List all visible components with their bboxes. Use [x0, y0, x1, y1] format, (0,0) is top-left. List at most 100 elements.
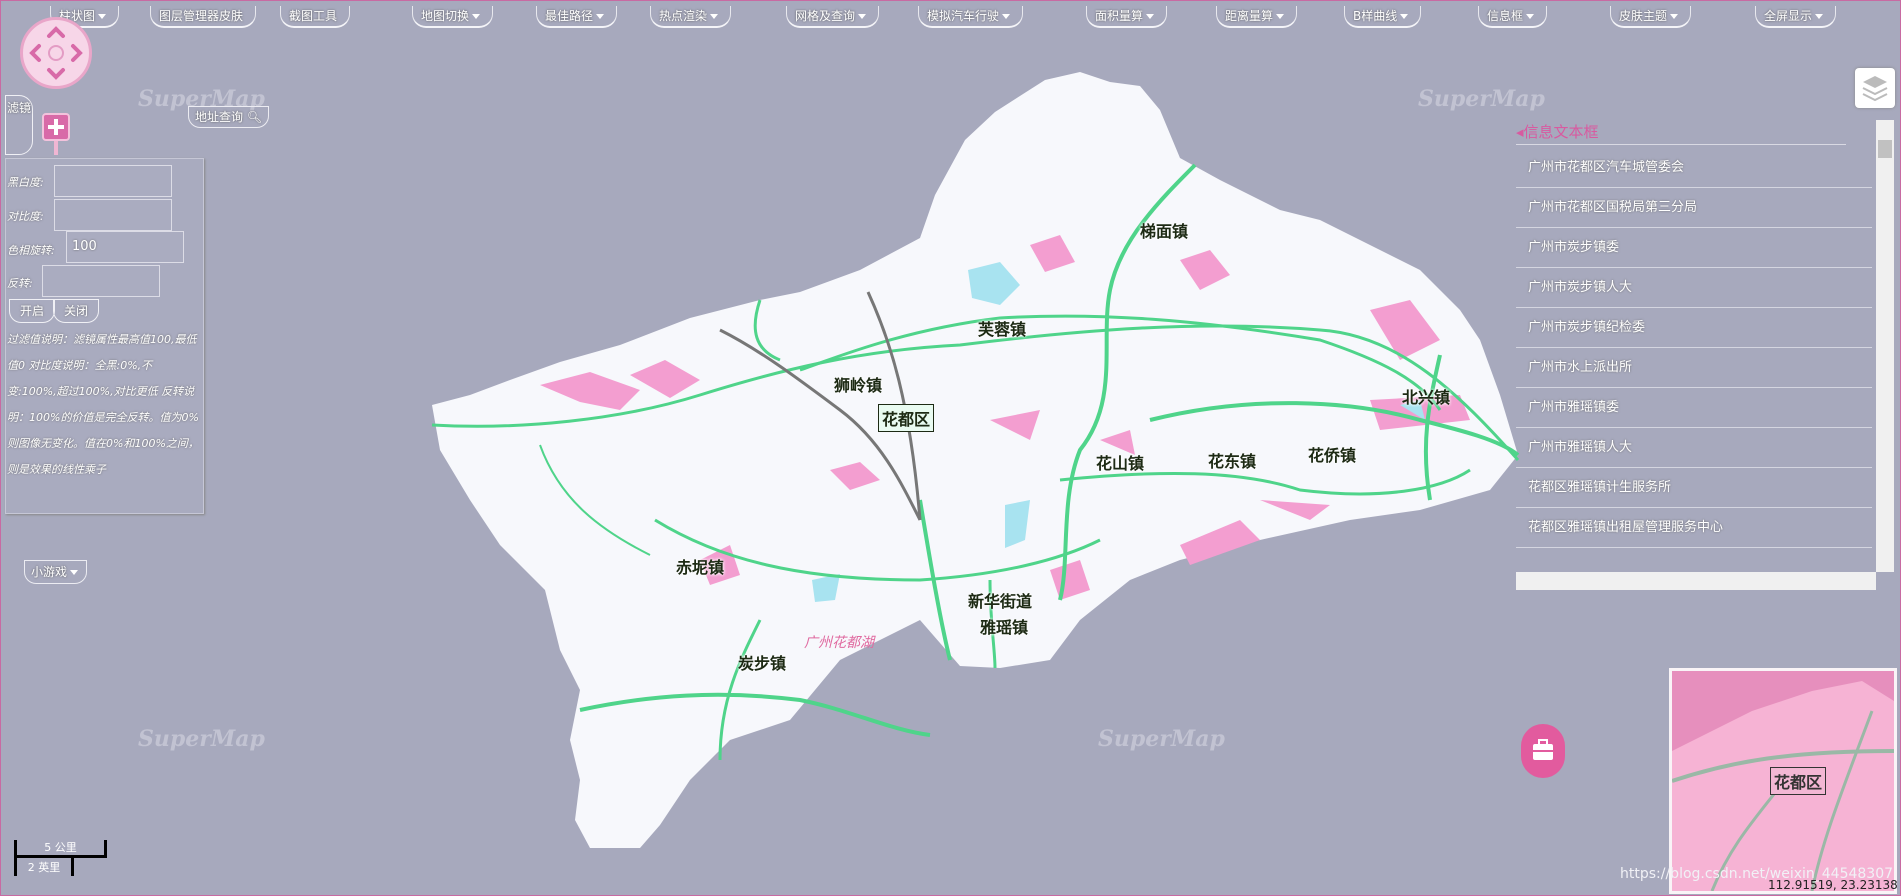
small-game-label: 小游戏: [31, 565, 68, 579]
contrast-input[interactable]: [54, 199, 172, 231]
toolbar-item-13[interactable]: 全屏显示: [1755, 6, 1837, 28]
coordinate-readout: 112.91519, 23.23138: [1768, 878, 1898, 892]
info-list-item[interactable]: 广州市水上派出所: [1516, 348, 1872, 388]
hue-input[interactable]: 100: [66, 231, 184, 263]
map-label-shiling: 狮岭镇: [834, 376, 883, 395]
briefcase-icon: [1533, 739, 1553, 760]
address-search-button[interactable]: 地址查询 🔍︎: [188, 106, 270, 128]
toolbar-item-8[interactable]: 面积量算: [1086, 6, 1168, 28]
toolbar-item-label: 距离量算: [1225, 9, 1274, 23]
map-label-huashan: 花山镇: [1096, 454, 1145, 473]
map-label-beixing: 北兴镇: [1402, 388, 1451, 407]
map-label-chini: 赤坭镇: [676, 558, 725, 577]
toolbar-item-9[interactable]: 距离量算: [1216, 6, 1298, 28]
map-label-huadu: 花都区: [878, 404, 935, 432]
hue-label: 色相旋转:: [7, 244, 55, 257]
contrast-label: 对比度:: [7, 210, 44, 223]
filter-panel: 黑白度: 对比度: 色相旋转: 100 反转: 开启 关闭 过滤值说明：滤镜属性…: [5, 158, 204, 514]
map-label-xinhua: 新华街道: [968, 592, 1033, 611]
vertical-scrollbar[interactable]: [1876, 120, 1894, 572]
map-label-tanbu: 炭步镇: [738, 654, 787, 673]
info-list-item[interactable]: 花都区雅瑶镇计生服务所: [1516, 468, 1872, 508]
scale-km: 5 公里: [14, 840, 107, 858]
send-icon: ◂: [1516, 123, 1524, 141]
chevron-down-icon: [1276, 14, 1285, 19]
bw-label: 黑白度:: [7, 176, 44, 189]
toolbar-item-label: 图层管理器皮肤: [159, 9, 244, 23]
info-title-text: 信息文本框: [1523, 123, 1599, 141]
toolbar-item-10[interactable]: B样曲线: [1344, 6, 1422, 28]
plus-icon: [48, 119, 64, 135]
chevron-down-icon: [1400, 14, 1409, 19]
small-game-menu[interactable]: 小游戏: [24, 560, 88, 584]
chevron-down-icon: [596, 14, 605, 19]
filter-open-button[interactable]: 开启: [9, 299, 56, 323]
address-search-label: 地址查询: [195, 110, 244, 124]
toolbar-item-label: 截图工具: [289, 9, 338, 23]
toolbar-item-label: 模拟汽车行驶: [927, 9, 1000, 23]
toolbar-item-label: 皮肤主题: [1619, 9, 1668, 23]
chevron-down-icon: [858, 14, 867, 19]
map-label-huadong: 花东镇: [1208, 452, 1257, 471]
toolbar-item-6[interactable]: 网格及查询: [786, 6, 880, 28]
watermark: SuperMap: [1418, 86, 1545, 112]
toolbar-item-11[interactable]: 信息框: [1478, 6, 1548, 28]
chevron-down-icon: [472, 14, 481, 19]
toolbar-item-label: 信息框: [1487, 9, 1524, 23]
toolbar-item-4[interactable]: 最佳路径: [536, 6, 618, 28]
info-list-item[interactable]: 广州市炭步镇委: [1516, 228, 1872, 268]
chevron-down-icon: [1815, 14, 1824, 19]
toolbar-item-label: B样曲线: [1353, 9, 1398, 23]
overview-label: 花都区: [1770, 767, 1827, 795]
layers-button[interactable]: [1855, 68, 1895, 108]
toolbar-item-label: 最佳路径: [545, 9, 594, 23]
overview-map[interactable]: 花都区: [1669, 668, 1897, 894]
toolbar-item-label: 热点渲染: [659, 9, 708, 23]
info-list-item[interactable]: 广州市花都区国税局第三分局: [1516, 188, 1872, 228]
chevron-down-icon: [1526, 14, 1535, 19]
toolbox-button[interactable]: [1521, 724, 1565, 778]
chevron-down-icon: [98, 14, 107, 19]
map-label-lake: 广州花都湖: [804, 635, 874, 651]
info-list[interactable]: 广州市花都区汽车城管委会 广州市花都区国税局第三分局 广州市炭步镇委 广州市炭步镇人大…: [1516, 148, 1872, 556]
toolbar-item-5[interactable]: 热点渲染: [650, 6, 732, 28]
zoom-slider-track[interactable]: [54, 141, 58, 155]
invert-input[interactable]: [42, 265, 160, 297]
pan-arrows-icon: [29, 26, 83, 80]
info-list-item[interactable]: 广州市雅瑶镇委: [1516, 388, 1872, 428]
scale-mi: 2 英里: [14, 858, 74, 876]
info-list-item[interactable]: 广州市炭步镇纪检委: [1516, 308, 1872, 348]
toolbar-item-label: 全屏显示: [1764, 9, 1813, 23]
chevron-down-icon: [710, 14, 719, 19]
filter-note: 过滤值说明：滤镜属性最高值100,最低值0 对比度说明：全黑:0%,不变:100…: [7, 333, 199, 476]
chevron-down-icon: [1670, 14, 1679, 19]
chevron-down-icon: [1146, 14, 1155, 19]
info-list-item[interactable]: 新街社区综治信访维稳工作站: [1516, 548, 1872, 556]
map-label-furong: 芙蓉镇: [978, 320, 1027, 339]
layers-icon: [1862, 76, 1888, 102]
toolbar-item-label: 网格及查询: [795, 9, 856, 23]
toolbar-item-12[interactable]: 皮肤主题: [1610, 6, 1692, 28]
filter-tab[interactable]: 滤镜: [5, 95, 33, 155]
watermark: SuperMap: [1098, 726, 1225, 752]
chevron-down-icon: [70, 570, 79, 575]
map-label-yayao: 雅瑶镇: [980, 618, 1029, 637]
info-panel-title: ◂信息文本框: [1516, 120, 1846, 145]
filter-close-button[interactable]: 关闭: [53, 299, 100, 323]
toolbar-item-1[interactable]: 图层管理器皮肤: [150, 6, 257, 28]
bw-input[interactable]: [54, 165, 172, 197]
info-list-item[interactable]: 广州市花都区汽车城管委会: [1516, 148, 1872, 188]
info-list-item[interactable]: 广州市炭步镇人大: [1516, 268, 1872, 308]
scroll-thumb[interactable]: [1878, 140, 1892, 158]
search-icon: 🔍︎: [246, 110, 263, 124]
info-list-item[interactable]: 花都区雅瑶镇出租屋管理服务中心: [1516, 508, 1872, 548]
watermark: SuperMap: [138, 726, 265, 752]
horizontal-scrollbar[interactable]: [1516, 572, 1876, 590]
toolbar-item-3[interactable]: 地图切换: [412, 6, 494, 28]
toolbar-item-2[interactable]: 截图工具: [280, 6, 351, 28]
info-list-item[interactable]: 广州市雅瑶镇人大: [1516, 428, 1872, 468]
toolbar-item-7[interactable]: 模拟汽车行驶: [918, 6, 1024, 28]
pan-control[interactable]: [20, 17, 92, 89]
zoom-in-button[interactable]: [42, 113, 70, 141]
scale-bar: 5 公里 2 英里: [14, 840, 109, 880]
